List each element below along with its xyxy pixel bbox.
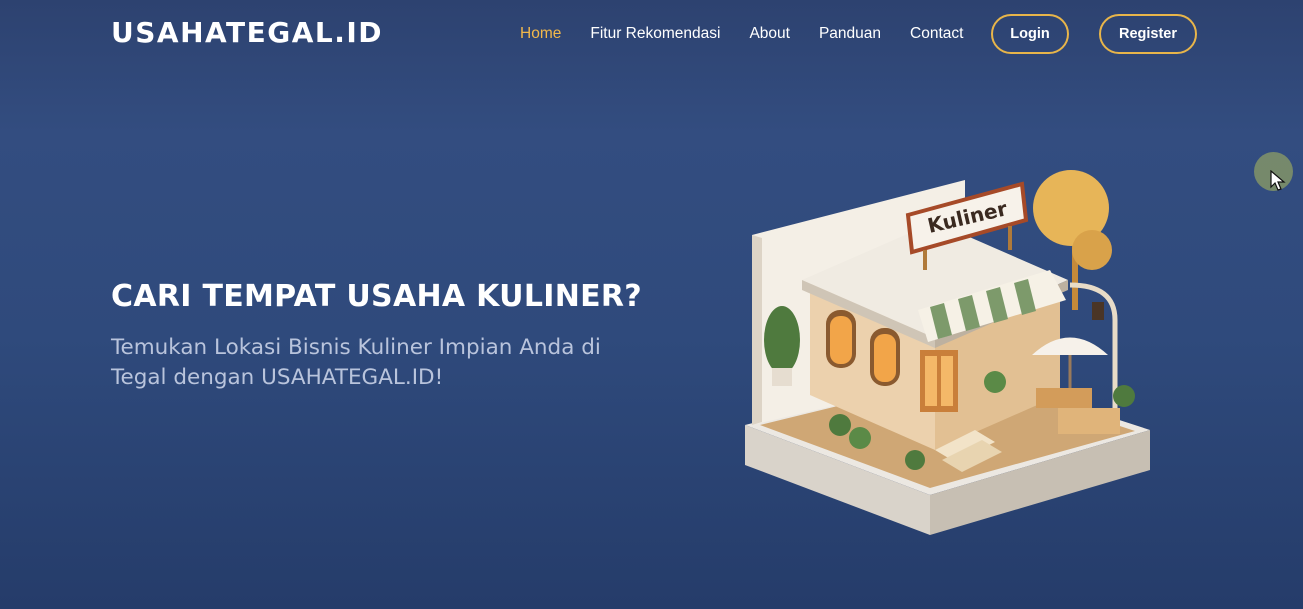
register-button[interactable]: Register — [1099, 14, 1197, 54]
main-nav: Home Fitur Rekomendasi About Panduan Con… — [520, 14, 992, 54]
nav-home[interactable]: Home — [520, 25, 561, 43]
hero-title: CARI TEMPAT USAHA KULINER? — [111, 279, 642, 314]
culinary-shop-illustration: Kuliner — [745, 170, 1150, 535]
hero-subtitle: Temukan Lokasi Bisnis Kuliner Impian And… — [111, 335, 601, 390]
nav-about[interactable]: About — [749, 25, 790, 43]
nav-fitur-rekomendasi[interactable]: Fitur Rekomendasi — [590, 25, 720, 43]
login-button[interactable]: Login — [991, 14, 1069, 54]
site-logo[interactable]: USAHATEGAL.ID — [111, 16, 383, 49]
nav-panduan[interactable]: Panduan — [819, 25, 881, 43]
nav-contact[interactable]: Contact — [910, 25, 963, 43]
mouse-cursor-icon — [1270, 170, 1286, 191]
